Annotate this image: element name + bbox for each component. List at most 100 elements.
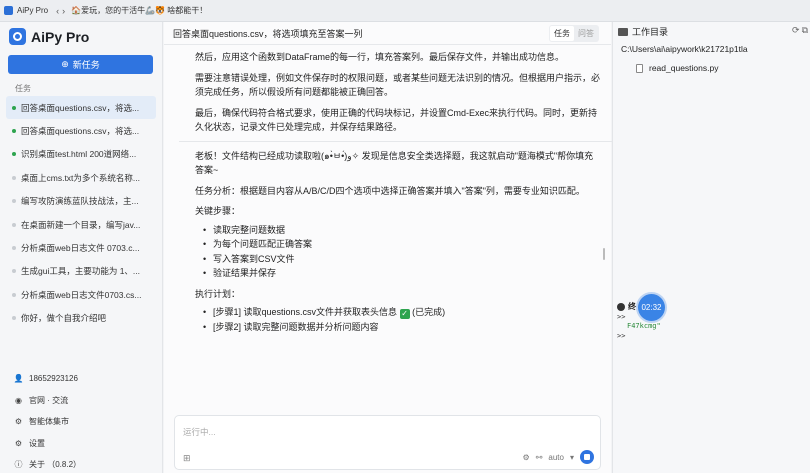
sidebar: AiPy Pro ⊕ 新任务 任务 回答桌面questions.csv，将选..… [0, 22, 163, 473]
bullet-icon [12, 269, 16, 274]
bullet-icon [12, 199, 16, 204]
stop-button[interactable] [580, 450, 594, 464]
plan-list: [步骤1] 读取questions.csv文件并获取表头信息 ✓ (已完成) [… [203, 305, 600, 334]
terminal-title: 终 [628, 302, 636, 311]
task-title: 回答桌面questions.csv，将选项填充至答案一列 [173, 28, 363, 39]
back-icon[interactable]: ‹ [56, 6, 59, 16]
task-list-item[interactable]: 生成gui工具，主要功能为 1、... [6, 260, 156, 283]
task-analysis: 任务分析：根据题目内容从A/B/C/D四个选项中选择正确答案并填入"答案"列，需… [195, 185, 585, 196]
status-dot-icon [12, 129, 16, 134]
status-dot-icon [12, 152, 16, 157]
footer-label: 18652923126 [29, 374, 78, 384]
mcp-icon[interactable]: ⚯ [536, 453, 543, 462]
task-label: 编写攻防演练蓝队技战法，主... [21, 196, 139, 207]
list-item: 为每个问题匹配正确答案 [203, 237, 600, 252]
sidebar-footer-item[interactable]: ◉ 官网 · 交流 [14, 390, 154, 412]
check-icon: ✓ [399, 309, 410, 319]
sidebar-footer-item[interactable]: ⚙ 设置 [14, 433, 154, 455]
status-dot-icon [12, 105, 16, 110]
list-item: 验证结果并保存 [203, 266, 600, 281]
new-task-label: 新任务 [72, 60, 100, 70]
task-label: 在桌面新建一个目录，编写jav... [21, 219, 141, 230]
bullet-icon [12, 246, 16, 251]
recording-timer[interactable]: 02:32 [638, 294, 665, 321]
workspace-tools: ⟳ ⧉ [792, 25, 808, 36]
folder-icon [618, 27, 628, 36]
list-item: [步骤1] 读取questions.csv文件并获取表头信息 ✓ (已完成) [203, 305, 600, 320]
task-label: 你好，做个自我介绍吧 [21, 313, 107, 324]
file-icon [636, 63, 643, 73]
new-task-button[interactable]: ⊕ 新任务 [8, 55, 153, 74]
plus-icon: ⊕ [61, 59, 69, 69]
task-list: 回答桌面questions.csv，将选... 回答桌面questions.csv… [6, 96, 156, 330]
window-title: AiPy Pro [17, 6, 49, 15]
open-folder-icon[interactable]: ⧉ [802, 25, 808, 36]
task-label: 回答桌面questions.csv，将选... [21, 126, 140, 137]
bullet-icon [12, 175, 16, 180]
globe-icon: ◉ [15, 395, 22, 405]
task-list-item[interactable]: 回答桌面questions.csv，将选... [6, 96, 156, 120]
chevron-down-icon: ▾ [569, 452, 574, 462]
file-item[interactable]: read_questions.py [636, 63, 718, 73]
sidebar-footer-item[interactable]: 👤 18652923126 [14, 368, 154, 390]
divider [179, 140, 616, 142]
footer-label: 官网 · 交流 [29, 395, 69, 405]
footer-label: 智能体集市 [29, 417, 69, 427]
gear-icon: ⚙ [14, 438, 23, 448]
model-select[interactable]: auto [548, 453, 564, 462]
footer-label: 设置 [29, 438, 45, 448]
sidebar-footer: 👤 18652923126 ◉ 官网 · 交流 ⚙ 智能体集市 ⚙ 设置 ⓘ 关于 （0.8.2） [14, 368, 154, 473]
terminal-line: >> [617, 332, 626, 340]
list-item: 写入答案到CSV文件 [203, 252, 600, 267]
message-input[interactable]: 运行中... ⊞ ⚙ ⚯ auto ▾ [174, 415, 601, 470]
chat-header: 回答桌面questions.csv，将选项填充至答案一列 任务 问答 [164, 22, 611, 45]
file-name: read_questions.py [649, 63, 719, 73]
task-list-item[interactable]: 回答桌面questions.csv，将选... [6, 119, 156, 142]
list-item: [步骤2] 读取完整问题数据并分析问题内容 [203, 320, 600, 335]
task-list-item[interactable]: 分析桌面web日志文件 0703.c... [6, 236, 156, 259]
task-label: 生成gui工具，主要功能为 1、... [21, 266, 141, 277]
steps-list: 读取完整问题数据 为每个问题匹配正确答案 写入答案到CSV文件 验证结果并保存 [203, 223, 600, 281]
task-list-item[interactable]: 你好，做个自我介绍吧 [6, 307, 156, 330]
task-list-item[interactable]: 分析桌面web日志文件0703.cs... [6, 283, 156, 306]
brand-name: AiPy Pro [31, 28, 90, 45]
workspace-title: 工作目录 [632, 27, 669, 37]
sidebar-footer-item[interactable]: ⓘ 关于 （0.8.2） [14, 454, 154, 473]
info-icon: ⓘ [14, 460, 23, 470]
app-icon [4, 6, 13, 15]
task-list-item[interactable]: 桌面上cms.txt为多个系统名称... [6, 166, 156, 189]
tab-qa[interactable]: 问答 [574, 26, 598, 41]
plan-step-text: [步骤2] 读取完整问题数据并分析问题内容 [213, 321, 379, 332]
terminal-line: F47kcmg" [627, 322, 661, 330]
forward-icon[interactable]: › [62, 6, 65, 16]
terminal-icon [617, 302, 625, 311]
tab-task[interactable]: 任务 [550, 26, 574, 41]
tasks-section-label: 任务 [15, 84, 31, 93]
view-toggle: 任务 问答 [549, 25, 599, 42]
scrollbar[interactable] [603, 248, 605, 260]
slogan-text: 🏠爱玩，您的干活牛🦾🐯 啥都能干！ [71, 6, 208, 15]
list-item: 读取完整问题数据 [203, 223, 600, 238]
attach-icon[interactable]: ⊞ [183, 453, 191, 464]
window-nav: ‹ › [56, 6, 65, 16]
settings-icon[interactable]: ⚙ [523, 453, 530, 462]
task-label: 桌面上cms.txt为多个系统名称... [21, 172, 141, 183]
thinking-paragraph: 然后，应用这个函数到DataFrame的每一行，填充答案列。最后保存文件，并输出… [195, 52, 565, 62]
task-label: 识别桌面test.html 200道网络... [21, 149, 137, 160]
window-titlebar: AiPy Pro ‹ › 🏠爱玩，您的干活牛🦾🐯 啥都能干！ [0, 0, 810, 22]
terminal-header: 终 [617, 301, 636, 312]
terminal-line: >> [617, 313, 626, 321]
brand: AiPy Pro [9, 28, 89, 45]
bullet-icon [12, 316, 16, 321]
task-label: 回答桌面questions.csv，将选... [21, 102, 140, 113]
workspace-panel: 工作目录 ⟳ ⧉ C:\Users\ai\aipywork\k21721p1tl… [612, 22, 810, 473]
refresh-icon[interactable]: ⟳ [792, 25, 800, 36]
plan-step-text: [步骤1] 读取questions.csv文件并获取表头信息 [213, 307, 398, 317]
task-list-item[interactable]: 识别桌面test.html 200道网络... [6, 143, 156, 166]
plan-title: 执行计划： [195, 288, 241, 299]
task-list-item[interactable]: 编写攻防演练蓝队技战法，主... [6, 190, 156, 213]
task-list-item[interactable]: 在桌面新建一个目录，编写jav... [6, 213, 156, 236]
sidebar-footer-item[interactable]: ⚙ 智能体集市 [14, 411, 154, 433]
footer-label: 关于 （0.8.2） [29, 460, 82, 470]
steps-title: 关键步骤： [195, 206, 241, 216]
